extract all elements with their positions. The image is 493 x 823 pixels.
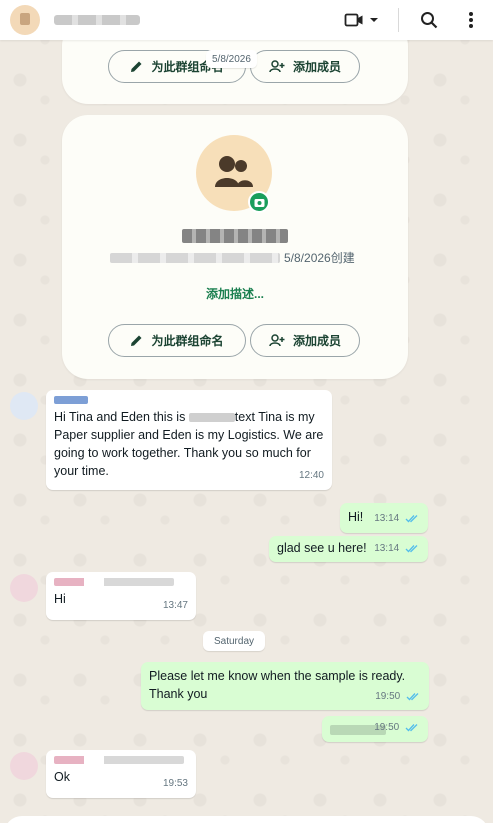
- more-vert-icon: [469, 12, 473, 28]
- sender-name-blurred: [54, 756, 184, 764]
- chevron-down-icon: [370, 18, 378, 22]
- message-outgoing[interactable]: Please let me know when the sample is re…: [141, 662, 429, 710]
- date-chip: 5/8/2026: [206, 50, 257, 68]
- add-member-button-2[interactable]: 添加成员: [250, 324, 360, 357]
- group-name-blurred[interactable]: [54, 15, 140, 25]
- read-ticks-icon: [405, 544, 418, 553]
- rename-group-button-2[interactable]: 为此群组命名: [108, 324, 246, 357]
- message-incoming[interactable]: Hi Tina and Eden this is text Tina is my…: [46, 390, 332, 490]
- sender-name-blurred: [54, 396, 88, 404]
- read-ticks-icon: [406, 692, 419, 701]
- created-date-text: 5/8/2026创建: [284, 251, 355, 265]
- message-incoming[interactable]: Hi 13:47: [46, 572, 196, 620]
- group-title-blurred: [182, 229, 288, 243]
- message-text: Hi Tina and Eden this is text Tina is my…: [54, 410, 324, 478]
- chat-header: [0, 0, 493, 40]
- message-outgoing[interactable]: 19:50: [322, 716, 428, 742]
- created-info: 5/8/2026创建: [110, 249, 355, 266]
- message-time: 13:14: [374, 510, 420, 528]
- message-time: 19:53: [162, 778, 188, 789]
- message-text: glad see u here!: [277, 541, 367, 555]
- group-info-card: 5/8/2026创建 添加描述... 为此群组命名 添加成员: [62, 115, 408, 379]
- pencil-icon: [131, 335, 142, 346]
- sender-name-blurred: [54, 578, 174, 586]
- add-member-label: 添加成员: [292, 60, 341, 74]
- video-call-button[interactable]: [344, 12, 378, 28]
- menu-button[interactable]: [459, 8, 483, 32]
- add-description-link[interactable]: 添加描述...: [62, 285, 408, 302]
- search-button[interactable]: [417, 8, 441, 32]
- group-avatar-small[interactable]: [10, 5, 40, 35]
- read-ticks-icon: [405, 514, 418, 523]
- message-time: 13:47: [162, 600, 188, 611]
- creator-name-blurred: [110, 252, 280, 263]
- message-text: Hi!: [348, 510, 364, 524]
- search-icon: [421, 12, 438, 29]
- camera-icon: [254, 198, 264, 207]
- message-incoming[interactable]: Ok 19:53: [46, 750, 196, 798]
- message-time: 19:50: [374, 719, 420, 737]
- rename-group-label: 为此群组命名: [151, 334, 224, 348]
- add-person-icon: [269, 334, 285, 347]
- change-photo-button[interactable]: [248, 191, 270, 213]
- sender-avatar[interactable]: [10, 392, 38, 420]
- add-member-label: 添加成员: [292, 334, 341, 348]
- message-input-bar[interactable]: [4, 816, 489, 823]
- sender-avatar[interactable]: [10, 752, 38, 780]
- add-person-icon: [269, 60, 285, 73]
- message-text: Hi: [54, 592, 66, 606]
- add-member-button[interactable]: 添加成员: [250, 50, 360, 83]
- header-divider: [398, 8, 399, 32]
- message-time: 19:50: [375, 688, 421, 706]
- pencil-icon: [131, 61, 142, 72]
- message-text: Please let me know when the sample is re…: [149, 669, 406, 701]
- sender-avatar[interactable]: [10, 574, 38, 602]
- message-time: 12:40: [298, 470, 324, 481]
- day-divider: Saturday: [203, 631, 265, 651]
- message-time: 13:14: [374, 540, 420, 558]
- message-text: Ok: [54, 770, 70, 784]
- message-outgoing[interactable]: glad see u here! 13:14: [269, 536, 428, 562]
- message-outgoing[interactable]: Hi! 13:14: [340, 503, 428, 533]
- read-ticks-icon: [405, 723, 418, 732]
- video-camera-icon: [344, 13, 363, 27]
